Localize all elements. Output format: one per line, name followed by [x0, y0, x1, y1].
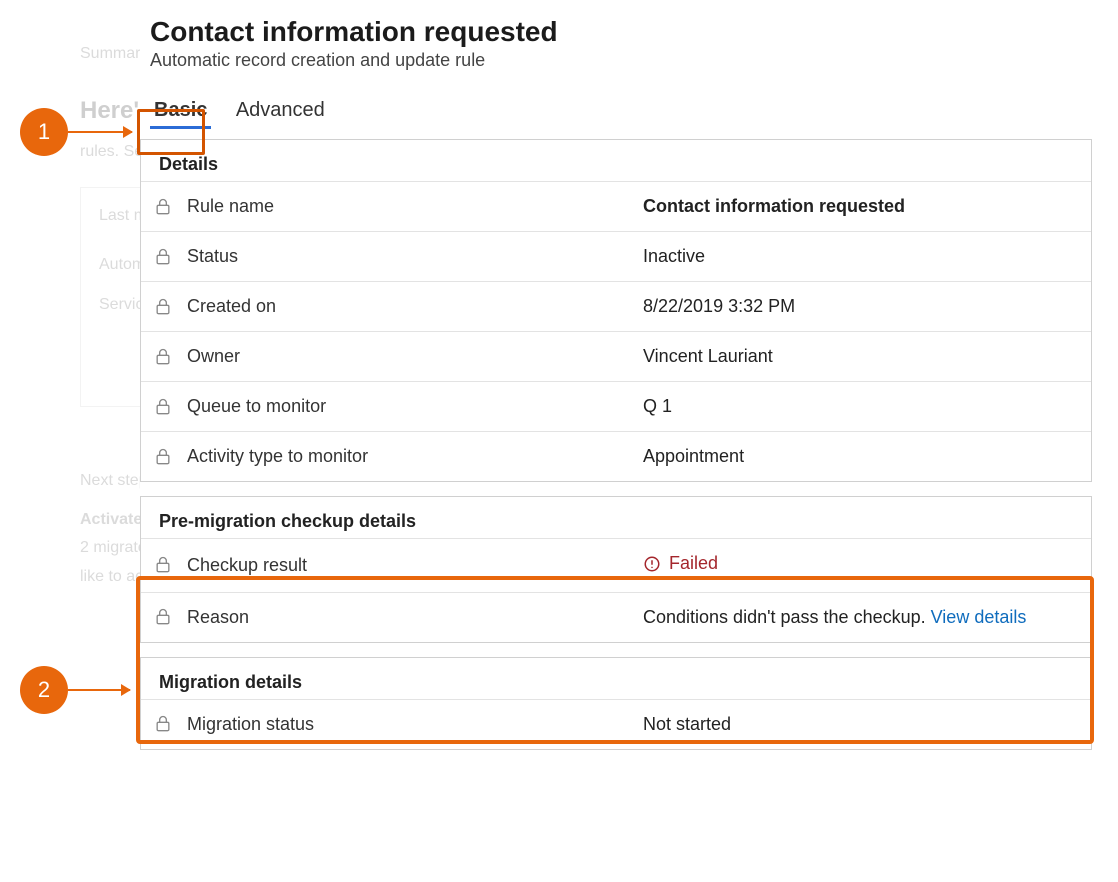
rule-name-value: Contact information requested — [643, 196, 1079, 217]
row-reason: Reason Conditions didn't pass the checku… — [141, 592, 1091, 642]
migration-section: Migration details Migration status Not s… — [140, 657, 1092, 750]
owner-label: Owner — [187, 346, 240, 367]
row-migration-status: Migration status Not started — [141, 699, 1091, 749]
page-subtitle: Automatic record creation and update rul… — [150, 50, 1092, 71]
row-status: Status Inactive — [141, 231, 1091, 281]
reason-label: Reason — [187, 607, 249, 628]
lock-icon — [153, 197, 173, 217]
created-label: Created on — [187, 296, 276, 317]
row-activity: Activity type to monitor Appointment — [141, 431, 1091, 481]
status-value: Inactive — [643, 246, 1079, 267]
reason-value: Conditions didn't pass the checkup. View… — [643, 607, 1079, 628]
lock-icon — [153, 714, 173, 734]
checkup-value-text: Failed — [669, 553, 718, 574]
annotation-badge-2: 2 — [20, 666, 68, 714]
lock-icon — [153, 447, 173, 467]
reason-text: Conditions didn't pass the checkup. — [643, 607, 931, 627]
owner-value: Vincent Lauriant — [643, 346, 1079, 367]
details-section: Details Rule name Contact information re… — [140, 139, 1092, 482]
migration-status-label: Migration status — [187, 714, 314, 735]
row-created: Created on 8/22/2019 3:32 PM — [141, 281, 1091, 331]
lock-icon — [153, 397, 173, 417]
annotation-badge-1: 1 — [20, 108, 68, 156]
view-details-link[interactable]: View details — [931, 607, 1027, 627]
lock-icon — [153, 247, 173, 267]
migration-status-value: Not started — [643, 714, 1079, 735]
record-panel: Contact information requested Automatic … — [140, 12, 1092, 882]
row-owner: Owner Vincent Lauriant — [141, 331, 1091, 381]
activity-label: Activity type to monitor — [187, 446, 368, 467]
tab-basic[interactable]: Basic — [150, 93, 211, 129]
created-value: 8/22/2019 3:32 PM — [643, 296, 1079, 317]
annotation-arrow-1 — [68, 131, 132, 133]
activity-value: Appointment — [643, 446, 1079, 467]
tabs: Basic Advanced — [150, 93, 1092, 129]
page-title: Contact information requested — [150, 16, 1084, 48]
row-checkup-result: Checkup result Failed — [141, 538, 1091, 592]
premigration-title: Pre-migration checkup details — [141, 497, 1091, 538]
details-title: Details — [141, 140, 1091, 181]
lock-icon — [153, 607, 173, 627]
queue-value: Q 1 — [643, 396, 1079, 417]
annotation-arrow-2 — [68, 689, 130, 691]
checkup-label: Checkup result — [187, 555, 307, 576]
lock-icon — [153, 555, 173, 575]
row-queue: Queue to monitor Q 1 — [141, 381, 1091, 431]
rule-name-label: Rule name — [187, 196, 274, 217]
row-rule-name: Rule name Contact information requested — [141, 181, 1091, 231]
error-icon — [643, 555, 661, 573]
premigration-section: Pre-migration checkup details Checkup re… — [140, 496, 1092, 643]
checkup-value: Failed — [643, 553, 1079, 578]
queue-label: Queue to monitor — [187, 396, 326, 417]
status-label: Status — [187, 246, 238, 267]
lock-icon — [153, 347, 173, 367]
lock-icon — [153, 297, 173, 317]
tab-advanced[interactable]: Advanced — [232, 93, 329, 126]
migration-title: Migration details — [141, 658, 1091, 699]
